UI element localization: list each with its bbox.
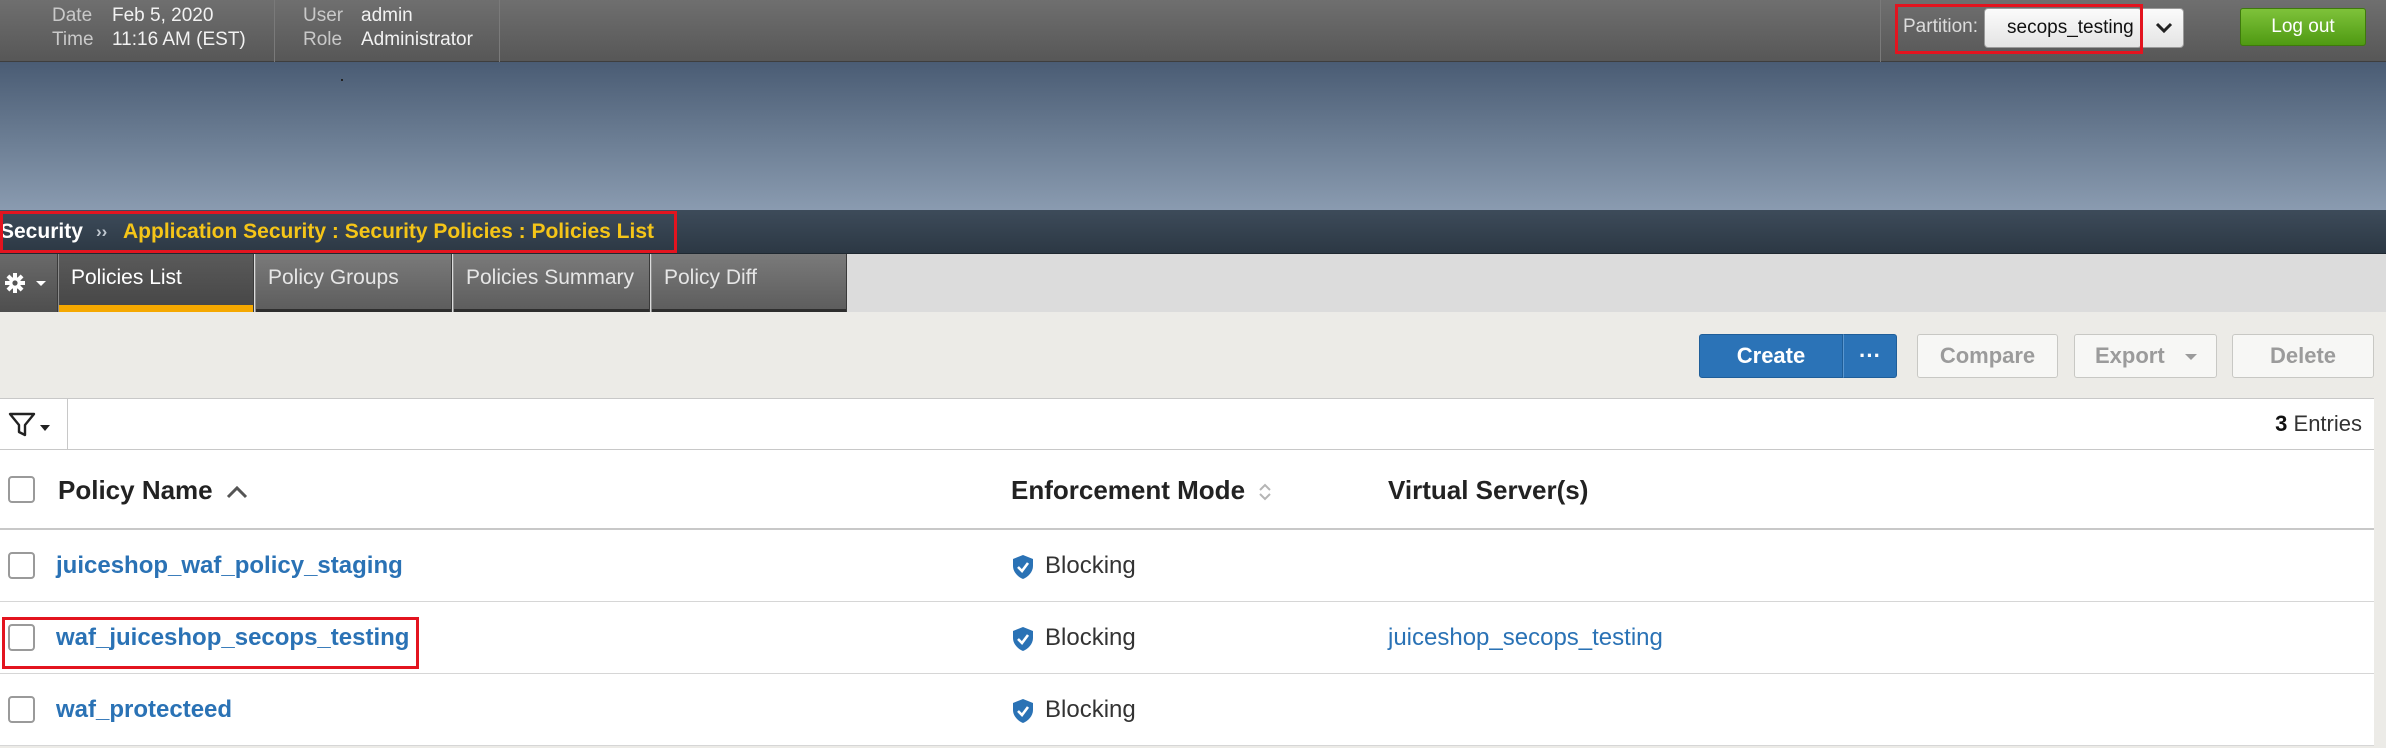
sort-icon <box>1259 483 1271 501</box>
policy-name-link[interactable]: waf_protecteed <box>56 674 232 746</box>
settings-menu-button[interactable] <box>0 254 58 312</box>
header-divider <box>274 0 275 62</box>
row-highlight-box <box>2 617 419 669</box>
compare-button[interactable]: Compare <box>1917 334 2058 378</box>
tab-bar: Policies List Policy Groups Policies Sum… <box>0 254 2386 312</box>
column-label: Policy Name <box>58 475 213 505</box>
caret-down-icon <box>2185 354 2197 360</box>
tab-policy-diff[interactable]: Policy Diff <box>651 254 847 312</box>
column-policy-name[interactable]: Policy Name <box>58 450 248 530</box>
column-enforcement-mode[interactable]: Enforcement Mode <box>1011 450 1272 530</box>
filter-bar: 3 Entries <box>0 398 2374 450</box>
enforcement-mode-value: Blocking <box>1045 696 1136 723</box>
shield-check-icon <box>1013 555 1033 579</box>
column-label: Enforcement Mode <box>1011 475 1246 505</box>
row-checkbox[interactable] <box>8 552 35 579</box>
breadcrumb-highlight-box <box>0 211 677 253</box>
tab-label: Policies Summary <box>466 266 635 289</box>
header-divider <box>499 0 500 62</box>
create-options-button[interactable]: ··· <box>1843 334 1897 378</box>
policies-list-panel: Create ··· Compare Export Delete 3 Entri… <box>0 312 2386 748</box>
tab-policies-list[interactable]: Policies List <box>58 254 254 312</box>
sort-ascending-icon <box>226 485 247 499</box>
enforcement-mode-value: Blocking <box>1045 624 1136 651</box>
date-value: Feb 5, 2020 <box>112 5 214 26</box>
user-value: admin <box>361 5 413 26</box>
time-value: 11:16 AM (EST) <box>112 29 246 50</box>
header-divider <box>1880 0 1881 62</box>
shield-check-icon <box>1013 627 1033 651</box>
date-time-group: Date Feb 5, 2020 Time 11:16 AM (EST) <box>52 4 246 52</box>
partition-highlight-box <box>1895 4 2143 54</box>
export-button[interactable]: Export <box>2074 334 2217 378</box>
role-value: Administrator <box>361 29 473 50</box>
tab-label: Policy Diff <box>664 266 757 289</box>
date-label: Date <box>52 5 93 26</box>
time-label: Time <box>52 29 94 50</box>
policy-name-link[interactable]: juiceshop_waf_policy_staging <box>56 530 403 602</box>
table-row: juiceshop_waf_policy_staging Blocking <box>0 530 2374 602</box>
entries-count: 3 Entries <box>2275 399 2362 449</box>
column-label: Virtual Server(s) <box>1388 475 1589 505</box>
shield-check-icon <box>1013 699 1033 723</box>
row-checkbox[interactable] <box>8 696 35 723</box>
filter-icon <box>8 412 50 437</box>
entries-number: 3 <box>2275 411 2288 436</box>
policies-table: Policy Name Enforcement Mode Virtual Ser… <box>0 450 2374 746</box>
header-banner <box>0 62 2386 210</box>
chevron-down-icon <box>2155 22 2173 34</box>
select-all-checkbox[interactable] <box>8 476 35 503</box>
tab-label: Policies List <box>71 266 182 289</box>
column-virtual-servers: Virtual Server(s) <box>1388 450 1588 530</box>
role-label: Role <box>303 29 343 50</box>
enforcement-mode-value: Blocking <box>1045 552 1136 579</box>
table-header: Policy Name Enforcement Mode Virtual Ser… <box>0 450 2374 530</box>
entries-label: Entries <box>2293 411 2362 436</box>
tab-label: Policy Groups <box>268 266 399 289</box>
export-label: Export <box>2095 343 2165 368</box>
partition-dropdown-button[interactable] <box>2142 8 2184 48</box>
tab-policy-groups[interactable]: Policy Groups <box>255 254 452 312</box>
delete-button[interactable]: Delete <box>2232 334 2374 378</box>
tab-policies-summary[interactable]: Policies Summary <box>453 254 650 312</box>
gear-icon <box>5 273 46 293</box>
virtual-server-link[interactable]: juiceshop_secops_testing <box>1388 602 1663 674</box>
table-row: waf_protecteed Blocking <box>0 674 2374 746</box>
user-role-group: User admin Role Administrator <box>303 4 473 52</box>
filter-button[interactable] <box>0 399 68 449</box>
user-label: User <box>303 5 344 26</box>
logout-button[interactable]: Log out <box>2240 8 2366 46</box>
create-button[interactable]: Create <box>1699 334 1843 378</box>
banner-speck <box>341 79 343 81</box>
